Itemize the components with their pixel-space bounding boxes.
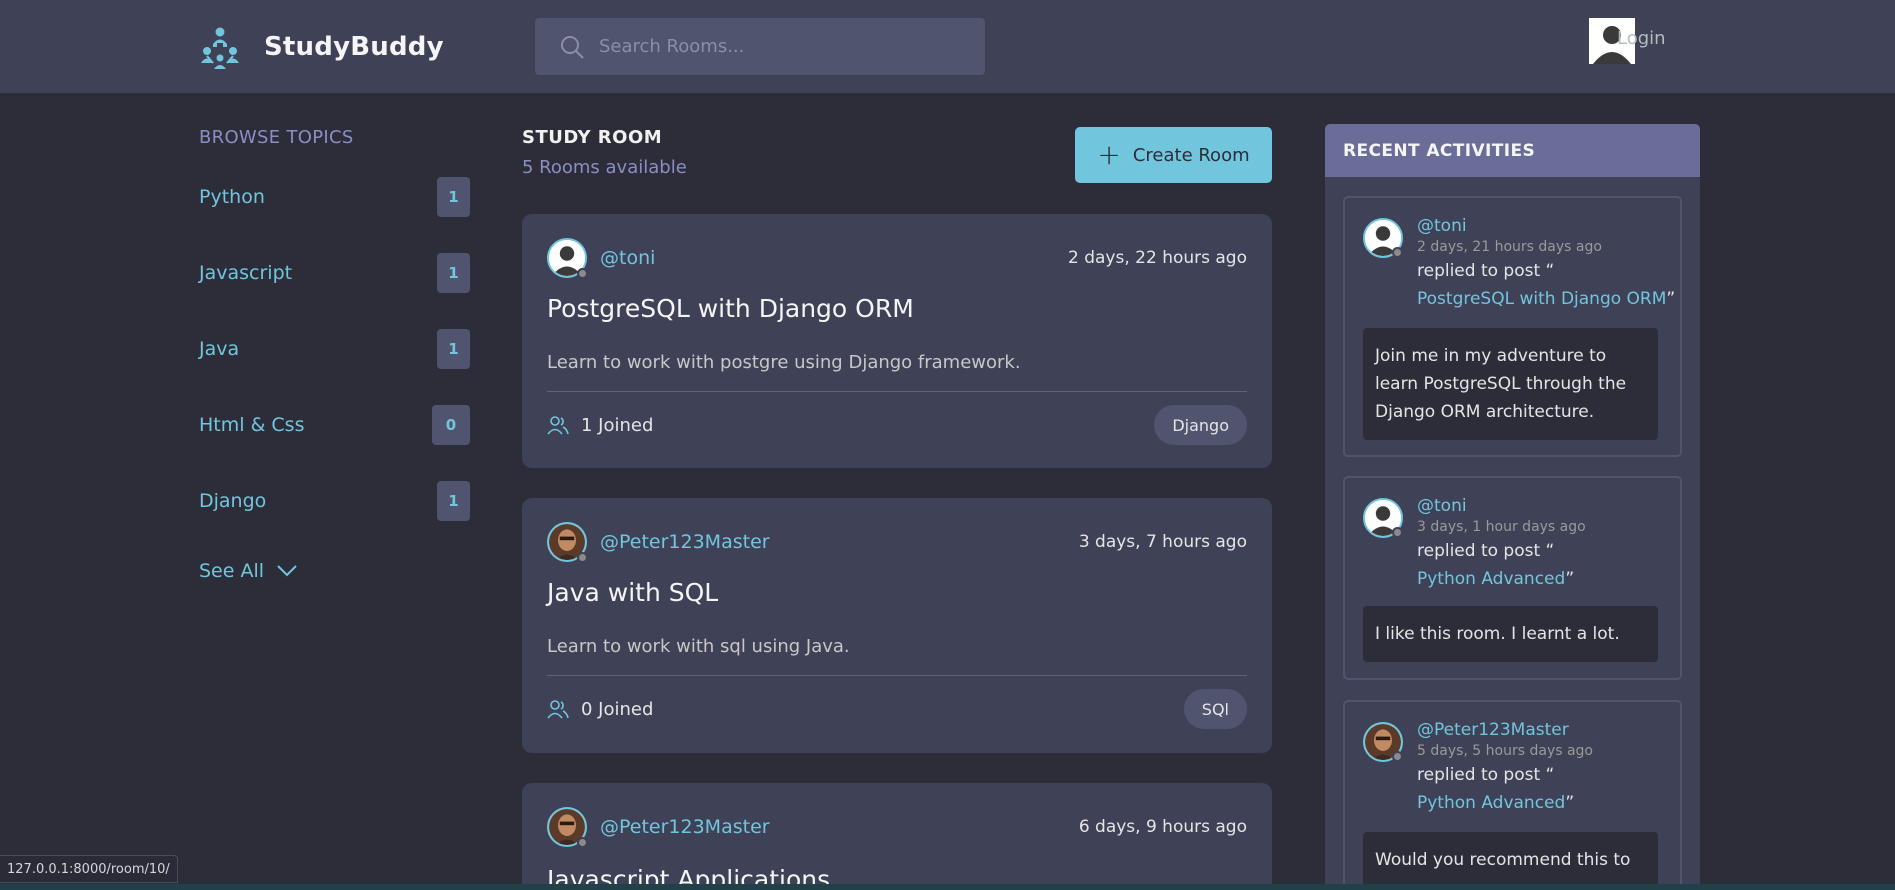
top-navbar: StudyBuddy Login xyxy=(0,0,1895,93)
plus-icon: + xyxy=(1097,138,1121,171)
activity-username[interactable]: @Peter123Master xyxy=(1417,720,1569,740)
online-status-dot xyxy=(1392,247,1403,258)
activity-action: replied to post “ xyxy=(1417,541,1555,561)
online-status-dot xyxy=(1392,527,1403,538)
host-username: @Peter123Master xyxy=(600,531,770,553)
room-card: @toni 2 days, 22 hours ago PostgreSQL wi… xyxy=(522,214,1272,468)
topic-count: 1 xyxy=(437,177,470,217)
activity-post-link[interactable]: Python Advanced” xyxy=(1417,793,1574,813)
divider xyxy=(547,391,1247,392)
search-input[interactable] xyxy=(599,36,949,57)
activity-username[interactable]: @toni xyxy=(1417,216,1467,236)
topic-javascript[interactable]: Javascript 1 xyxy=(199,252,470,294)
brand-name: StudyBuddy xyxy=(264,32,444,62)
create-room-label: Create Room xyxy=(1132,144,1250,166)
users-icon xyxy=(547,700,569,719)
room-topic-tag[interactable]: Django xyxy=(1154,405,1247,445)
post-title: Python Advanced xyxy=(1417,569,1566,589)
activity-post-link[interactable]: Python Advanced” xyxy=(1417,569,1574,589)
room-host[interactable]: @Peter123Master xyxy=(547,807,770,848)
online-status-dot xyxy=(577,552,588,563)
activity-user-avatar[interactable] xyxy=(1363,218,1403,258)
topic-name: Java xyxy=(199,338,240,360)
room-card: @Peter123Master 6 days, 9 hours ago Java… xyxy=(522,783,1272,890)
room-title-link[interactable]: PostgreSQL with Django ORM xyxy=(547,294,914,323)
topic-count: 1 xyxy=(437,253,470,293)
room-topic-tag[interactable]: SQl xyxy=(1183,689,1247,729)
topic-html-css[interactable]: Html & Css 0 xyxy=(199,404,470,446)
status-bar-url: 127.0.0.1:8000/room/10/ xyxy=(0,855,178,883)
room-title-link[interactable]: Java with SQL xyxy=(547,578,718,607)
search-icon xyxy=(561,35,584,59)
topic-name: Javascript xyxy=(199,262,293,284)
room-card: @Peter123Master 3 days, 7 hours ago Java… xyxy=(522,498,1272,753)
joined-count: 0 Joined xyxy=(581,698,654,720)
topic-count: 0 xyxy=(432,405,470,445)
activity-username[interactable]: @toni xyxy=(1417,496,1467,516)
see-all-topics-link[interactable]: See All xyxy=(199,560,298,582)
activity-action: replied to post “ xyxy=(1417,765,1555,785)
recent-activities-title: RECENT ACTIVITIES xyxy=(1325,124,1700,177)
divider xyxy=(547,675,1247,676)
activity-post-link[interactable]: PostgreSQL with Django ORM” xyxy=(1417,289,1675,309)
activity-message: I like this room. I learnt a lot. xyxy=(1363,606,1658,662)
topic-name: Html & Css xyxy=(199,414,305,436)
close-quote: ” xyxy=(1565,793,1575,813)
host-username: @Peter123Master xyxy=(600,816,770,838)
post-title: PostgreSQL with Django ORM xyxy=(1417,289,1667,309)
online-status-dot xyxy=(1392,751,1403,762)
online-status-dot xyxy=(577,837,588,848)
host-username: @toni xyxy=(600,247,656,269)
topic-name: Python xyxy=(199,186,265,208)
see-all-label: See All xyxy=(199,560,265,582)
topic-count: 1 xyxy=(437,329,470,369)
activity-user-avatar[interactable] xyxy=(1363,722,1403,762)
post-title: Python Advanced xyxy=(1417,793,1566,813)
activity-item: @toni 3 days, 1 hour days ago replied to… xyxy=(1343,476,1682,680)
activity-item: @Peter123Master 5 days, 5 hours days ago… xyxy=(1343,700,1682,890)
activity-action: replied to post “ xyxy=(1417,261,1555,281)
activity-time: 3 days, 1 hour days ago xyxy=(1417,519,1586,535)
studybuddy-logo-icon xyxy=(201,27,239,69)
activity-time: 5 days, 5 hours days ago xyxy=(1417,743,1593,759)
room-created-time: 6 days, 9 hours ago xyxy=(1078,817,1247,837)
close-quote: ” xyxy=(1666,289,1676,309)
login-link[interactable]: Login xyxy=(1617,28,1666,49)
topic-django[interactable]: Django 1 xyxy=(199,480,470,522)
activity-message: Would you recommend this to ... xyxy=(1363,832,1658,890)
create-room-button[interactable]: + Create Room xyxy=(1075,127,1272,183)
room-description: Learn to work with postgre using Django … xyxy=(547,352,1021,373)
joined-count: 1 Joined xyxy=(581,414,654,436)
activity-user-avatar[interactable] xyxy=(1363,498,1403,538)
search-bar[interactable] xyxy=(535,18,985,75)
recent-activities-panel: RECENT ACTIVITIES @toni 2 days, 21 hours… xyxy=(1325,124,1700,890)
room-description: Learn to work with sql using Java. xyxy=(547,636,850,657)
users-icon xyxy=(547,416,569,435)
bottom-strip xyxy=(0,884,1895,890)
room-participants: 1 Joined xyxy=(547,414,653,436)
topic-count: 1 xyxy=(437,481,470,521)
topic-python[interactable]: Python 1 xyxy=(199,176,470,218)
activity-time: 2 days, 21 hours days ago xyxy=(1417,239,1602,255)
close-quote: ” xyxy=(1565,569,1575,589)
brand-logo[interactable]: StudyBuddy xyxy=(198,25,444,69)
room-host[interactable]: @Peter123Master xyxy=(547,522,770,563)
chevron-down-icon xyxy=(277,565,297,577)
activity-item: @toni 2 days, 21 hours days ago replied … xyxy=(1343,196,1682,457)
room-participants: 0 Joined xyxy=(547,698,653,720)
activity-message: Join me in my adventure to learn Postgre… xyxy=(1363,328,1658,440)
topic-name: Django xyxy=(199,490,267,512)
room-created-time: 3 days, 7 hours ago xyxy=(1078,532,1247,552)
rooms-available-count: 5 Rooms available xyxy=(522,157,687,178)
room-created-time: 2 days, 22 hours ago xyxy=(1068,248,1247,268)
online-status-dot xyxy=(577,268,588,279)
browse-topics-title: BROWSE TOPICS xyxy=(199,127,354,148)
topic-java[interactable]: Java 1 xyxy=(199,328,470,370)
room-host[interactable]: @toni xyxy=(547,238,656,279)
study-room-heading: STUDY ROOM xyxy=(522,127,663,148)
